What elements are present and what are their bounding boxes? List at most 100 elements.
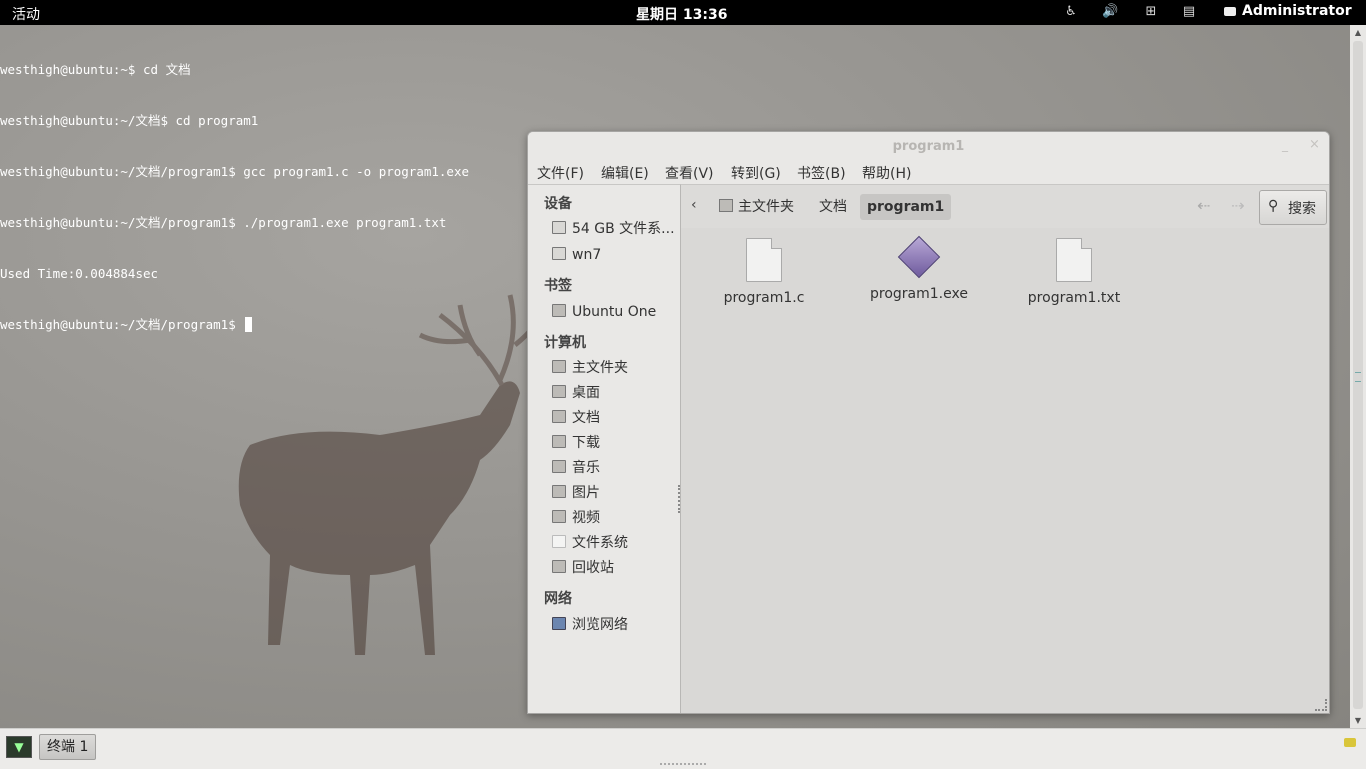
user-menu[interactable]: Administrator — [1224, 3, 1352, 19]
sidebar-item-label: 浏览网络 — [572, 617, 628, 633]
file-item[interactable]: program1.exe — [854, 235, 984, 302]
window-resize-grip-icon[interactable] — [1315, 699, 1327, 711]
filesystem-icon — [552, 535, 566, 548]
terminal-cursor — [245, 317, 253, 332]
home-icon — [719, 199, 733, 212]
downloads-folder-icon — [552, 435, 566, 448]
sidebar-heading-devices: 设备 — [544, 196, 572, 212]
menu-bookmarks[interactable]: 书签(B) — [797, 163, 846, 183]
folder-icon — [552, 304, 566, 317]
clock[interactable]: 星期日 13:36 — [636, 4, 727, 24]
sidebar-item-pictures[interactable]: 图片 — [552, 483, 600, 503]
sidebar-item-desktop[interactable]: 桌面 — [552, 383, 600, 403]
sidebar-item-ubuntu-one[interactable]: Ubuntu One — [552, 302, 656, 322]
file-item[interactable]: program1.c — [699, 238, 829, 306]
scroll-down-icon[interactable]: ▼ — [1352, 716, 1364, 725]
videos-folder-icon — [552, 510, 566, 523]
scroll-grip-icon — [1355, 372, 1361, 382]
sidebar-item-trash[interactable]: 回收站 — [552, 558, 614, 578]
chat-icon — [1224, 6, 1236, 16]
documents-folder-icon — [552, 410, 566, 423]
breadcrumb-scroll-left-button[interactable]: ‹ — [691, 197, 697, 213]
sidebar-item-label: 文档 — [572, 410, 600, 426]
sidebar-item-label: 桌面 — [572, 385, 600, 401]
file-name: program1.exe — [870, 286, 968, 302]
location-toolbar: ‹ 主文件夹 文档 program1 ⇠ ⇢ ⚲ 搜索 — [681, 184, 1329, 229]
taskbar-item-terminal[interactable]: 终端 1 — [39, 734, 97, 760]
text-file-icon — [1056, 238, 1092, 282]
sidebar-item-label: wn7 — [572, 247, 602, 263]
sidebar-item-label: 音乐 — [572, 460, 600, 476]
search-icon: ⚲ — [1268, 198, 1279, 214]
drive-icon — [552, 221, 566, 234]
file-name: program1.c — [723, 290, 805, 306]
breadcrumb-program1[interactable]: program1 — [860, 194, 952, 220]
sidebar-item-downloads[interactable]: 下载 — [552, 433, 600, 453]
menu-view[interactable]: 查看(V) — [665, 163, 714, 183]
sidebar-item-documents[interactable]: 文档 — [552, 408, 600, 428]
breadcrumb-home[interactable]: 主文件夹 — [712, 194, 801, 220]
sidebar-item-wn7[interactable]: wn7 — [552, 245, 601, 265]
sidebar-item-label: 文件系统 — [572, 535, 628, 551]
sidebar-heading-bookmarks: 书签 — [544, 278, 572, 294]
drive-icon — [552, 247, 566, 260]
desktop-folder-icon — [552, 385, 566, 398]
places-sidebar: 设备 54 GB 文件系... wn7 书签 Ubuntu One 计算机 主文… — [528, 184, 681, 713]
activities-button[interactable]: 活动 — [12, 4, 40, 24]
file-item[interactable]: program1.txt — [1009, 238, 1139, 306]
network-icon[interactable]: ⊞ — [1143, 4, 1159, 20]
minimize-button[interactable]: _ — [1282, 138, 1288, 152]
scroll-up-icon[interactable]: ▲ — [1352, 28, 1364, 37]
window-titlebar[interactable]: program1 _ × — [528, 132, 1329, 160]
volume-icon[interactable]: 🔊 — [1102, 4, 1118, 20]
breadcrumb-label: 主文件夹 — [738, 199, 794, 215]
home-folder-icon — [552, 360, 566, 373]
notification-icon[interactable] — [1344, 738, 1356, 747]
terminal-line: westhigh@ubuntu:~$ cd 文档 — [0, 62, 191, 77]
close-button[interactable]: × — [1309, 137, 1320, 152]
top-panel: 活动 星期日 13:36 ♿ 🔊 ⊞ ▤ Administrator — [0, 0, 1366, 25]
menu-go[interactable]: 转到(G) — [731, 163, 781, 183]
panel-grip-icon — [660, 763, 706, 767]
pictures-folder-icon — [552, 485, 566, 498]
terminal-line: westhigh@ubuntu:~/文档$ cd program1 — [0, 113, 259, 128]
search-button-label: 搜索 — [1288, 201, 1316, 217]
music-folder-icon — [552, 460, 566, 473]
sidebar-item-browse-network[interactable]: 浏览网络 — [552, 615, 628, 635]
menu-bar: 文件(F) 编辑(E) 查看(V) 转到(G) 书签(B) 帮助(H) — [528, 160, 1329, 184]
file-manager-window: program1 _ × 文件(F) 编辑(E) 查看(V) 转到(G) 书签(… — [527, 131, 1330, 714]
sidebar-item-music[interactable]: 音乐 — [552, 458, 600, 478]
sidebar-item-filesystem-54gb[interactable]: 54 GB 文件系... — [552, 219, 675, 239]
search-button[interactable]: ⚲ 搜索 — [1259, 190, 1327, 225]
menu-help[interactable]: 帮助(H) — [862, 163, 911, 183]
trash-icon — [552, 560, 566, 573]
menu-file[interactable]: 文件(F) — [537, 163, 584, 183]
bottom-panel: ▼ 终端 1 — [0, 728, 1366, 769]
sidebar-item-label: Ubuntu One — [572, 304, 657, 320]
back-arrow-icon[interactable]: ⇠ — [1197, 196, 1210, 215]
sidebar-item-label: 视频 — [572, 510, 600, 526]
file-view[interactable]: program1.c program1.exe program1.txt — [681, 228, 1329, 713]
sidebar-item-label: 回收站 — [572, 560, 614, 576]
sidebar-heading-computer: 计算机 — [544, 335, 586, 351]
breadcrumb-documents[interactable]: 文档 — [812, 194, 854, 220]
window-title: program1 — [892, 139, 965, 154]
menu-edit[interactable]: 编辑(E) — [601, 163, 649, 183]
sidebar-item-label: 下载 — [572, 435, 600, 451]
show-desktop-icon[interactable]: ▼ — [6, 736, 32, 758]
clipboard-icon[interactable]: ▤ — [1181, 4, 1197, 20]
sidebar-item-filesystem[interactable]: 文件系统 — [552, 533, 628, 553]
sidebar-heading-network: 网络 — [544, 591, 572, 607]
text-file-icon — [746, 238, 782, 282]
sidebar-item-label: 主文件夹 — [572, 360, 628, 376]
sidebar-item-label: 54 GB 文件系... — [572, 221, 675, 237]
user-name: Administrator — [1242, 3, 1352, 19]
sidebar-item-home[interactable]: 主文件夹 — [552, 358, 628, 378]
file-name: program1.txt — [1027, 290, 1121, 306]
forward-arrow-icon[interactable]: ⇢ — [1231, 196, 1244, 215]
sidebar-item-label: 图片 — [572, 485, 600, 501]
accessibility-icon[interactable]: ♿ — [1063, 4, 1079, 20]
executable-icon — [897, 235, 941, 279]
network-icon — [552, 617, 566, 630]
sidebar-item-videos[interactable]: 视频 — [552, 508, 600, 528]
